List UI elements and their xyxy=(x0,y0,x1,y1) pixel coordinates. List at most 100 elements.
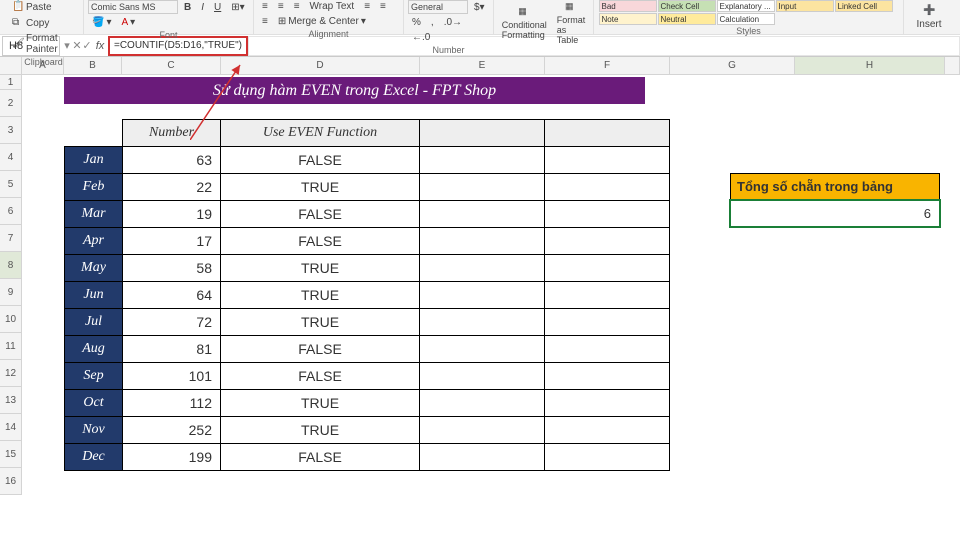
formula-input-rest[interactable] xyxy=(248,36,960,56)
month-cell[interactable]: Feb xyxy=(65,174,123,201)
even-result-cell[interactable]: TRUE xyxy=(221,417,420,444)
align-bottom-button[interactable]: ≡ xyxy=(290,0,304,13)
row-header[interactable]: 15 xyxy=(0,441,22,468)
insert-button[interactable]: ➕Insert xyxy=(912,4,945,31)
row-header[interactable]: 8 xyxy=(0,252,22,279)
number-cell[interactable]: 81 xyxy=(123,336,221,363)
row-header[interactable]: 1 xyxy=(0,75,22,90)
row-header[interactable]: 5 xyxy=(0,171,22,198)
cell[interactable] xyxy=(795,333,945,360)
cell[interactable] xyxy=(420,468,545,495)
row-header[interactable]: 7 xyxy=(0,225,22,252)
merge-center-button[interactable]: ⊞ Merge & Center ▾ xyxy=(274,15,370,28)
currency-button[interactable]: $▾ xyxy=(470,1,489,14)
cell[interactable] xyxy=(945,225,960,252)
number-cell[interactable]: 112 xyxy=(123,390,221,417)
number-cell[interactable]: 252 xyxy=(123,417,221,444)
cell[interactable] xyxy=(22,414,64,441)
cell[interactable] xyxy=(670,279,795,306)
cell[interactable] xyxy=(945,279,960,306)
number-cell[interactable]: 101 xyxy=(123,363,221,390)
row-header[interactable]: 13 xyxy=(0,387,22,414)
blank-cell[interactable] xyxy=(545,282,670,309)
even-result-cell[interactable]: TRUE xyxy=(221,255,420,282)
cell-style-option[interactable]: Neutral xyxy=(658,13,716,25)
underline-button[interactable]: U xyxy=(210,1,225,14)
column-header[interactable]: E xyxy=(420,57,545,75)
cell[interactable] xyxy=(945,441,960,468)
cell-style-option[interactable]: Note xyxy=(599,13,657,25)
blank-cell[interactable] xyxy=(420,201,545,228)
month-cell[interactable]: Sep xyxy=(65,363,123,390)
cell[interactable] xyxy=(945,171,960,198)
even-result-cell[interactable]: TRUE xyxy=(221,282,420,309)
cell[interactable] xyxy=(670,225,795,252)
cell-style-option[interactable]: Linked Cell xyxy=(835,0,893,12)
cell[interactable] xyxy=(22,198,64,225)
blank-cell[interactable] xyxy=(420,363,545,390)
even-result-cell[interactable]: TRUE xyxy=(221,309,420,336)
cell[interactable] xyxy=(670,414,795,441)
cell[interactable] xyxy=(221,468,420,495)
blank-cell[interactable] xyxy=(545,390,670,417)
cell[interactable] xyxy=(795,144,945,171)
row-header[interactable]: 2 xyxy=(0,90,22,117)
cell-style-option[interactable]: Calculation xyxy=(717,13,775,25)
cell[interactable] xyxy=(945,90,960,117)
cell[interactable] xyxy=(670,306,795,333)
cell[interactable] xyxy=(945,333,960,360)
column-header[interactable]: F xyxy=(545,57,670,75)
blank-cell[interactable] xyxy=(545,201,670,228)
blank-cell[interactable] xyxy=(545,255,670,282)
cell[interactable] xyxy=(22,360,64,387)
even-result-cell[interactable]: FALSE xyxy=(221,363,420,390)
number-cell[interactable]: 63 xyxy=(123,147,221,174)
blank-cell[interactable] xyxy=(420,255,545,282)
cell[interactable] xyxy=(22,75,64,90)
cell[interactable] xyxy=(545,468,670,495)
cell[interactable] xyxy=(795,360,945,387)
cell[interactable] xyxy=(22,468,64,495)
cell[interactable] xyxy=(22,387,64,414)
cell-style-option[interactable]: Check Cell xyxy=(658,0,716,12)
cell[interactable] xyxy=(945,75,960,90)
cell[interactable] xyxy=(945,144,960,171)
blank-cell[interactable] xyxy=(545,147,670,174)
column-header[interactable]: D xyxy=(221,57,420,75)
cell[interactable] xyxy=(945,252,960,279)
month-cell[interactable]: Jun xyxy=(65,282,123,309)
cell[interactable] xyxy=(945,117,960,144)
row-header[interactable]: 16 xyxy=(0,468,22,495)
column-header[interactable]: G xyxy=(670,57,795,75)
blank-cell[interactable] xyxy=(545,363,670,390)
blank-cell[interactable] xyxy=(420,390,545,417)
cell[interactable] xyxy=(795,225,945,252)
blank-cell[interactable] xyxy=(420,336,545,363)
row-header[interactable]: 14 xyxy=(0,414,22,441)
cell[interactable] xyxy=(795,252,945,279)
align-middle-button[interactable]: ≡ xyxy=(274,0,288,13)
cell[interactable] xyxy=(22,306,64,333)
cell[interactable] xyxy=(945,198,960,225)
cell[interactable] xyxy=(795,306,945,333)
cell[interactable] xyxy=(670,360,795,387)
font-name-select[interactable]: Comic Sans MS xyxy=(88,0,178,14)
cell[interactable] xyxy=(670,333,795,360)
cell[interactable] xyxy=(945,387,960,414)
decrease-decimal-button[interactable]: ←.0 xyxy=(408,31,434,44)
cell[interactable] xyxy=(945,414,960,441)
number-cell[interactable]: 64 xyxy=(123,282,221,309)
result-value-cell[interactable]: 6 xyxy=(730,200,940,227)
even-result-cell[interactable]: FALSE xyxy=(221,444,420,471)
number-cell[interactable]: 22 xyxy=(123,174,221,201)
fill-color-button[interactable]: 🪣▾ xyxy=(88,16,115,29)
align-top-button[interactable]: ≡ xyxy=(258,0,272,13)
month-cell[interactable]: May xyxy=(65,255,123,282)
cell-style-option[interactable]: Bad xyxy=(599,0,657,12)
align-center-button[interactable]: ≡ xyxy=(376,0,390,13)
month-cell[interactable]: Jul xyxy=(65,309,123,336)
blank-cell[interactable] xyxy=(420,309,545,336)
cell[interactable] xyxy=(795,468,945,495)
blank-cell[interactable] xyxy=(545,336,670,363)
cell-styles-gallery[interactable]: BadCheck CellExplanatory ...InputLinked … xyxy=(599,0,899,25)
